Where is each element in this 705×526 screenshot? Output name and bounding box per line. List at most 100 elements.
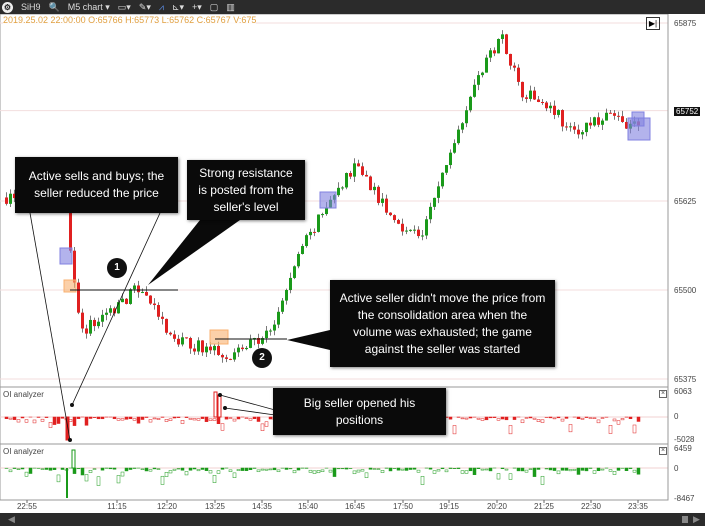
scroll-right-icon[interactable]: ▶	[693, 514, 700, 525]
oi-bar-1	[176, 416, 181, 418]
oi-bar-1	[244, 417, 249, 419]
candle-body	[129, 289, 132, 304]
panel-max: 6063	[674, 387, 692, 396]
candle-body	[265, 330, 268, 339]
candle-body	[369, 176, 372, 191]
oi-bar-1	[16, 419, 21, 423]
oi-bar-1	[32, 419, 37, 424]
oi-bar-2	[352, 470, 357, 475]
crosshair-icon[interactable]: +▾	[192, 2, 202, 13]
chart-canvas[interactable]	[0, 0, 705, 513]
time-tick: 19:15	[438, 502, 460, 511]
candle-body	[357, 163, 360, 167]
indicator-icon[interactable]: ⊾▾	[172, 2, 184, 13]
oi-bar-1	[464, 417, 469, 420]
oi-bar-1	[620, 418, 625, 421]
oi-bar-2	[332, 467, 337, 477]
window-icon[interactable]: ▢	[210, 2, 219, 13]
oi-bar-1	[252, 416, 257, 420]
layout-icon[interactable]: ▥	[226, 2, 235, 13]
oi-bar-1	[576, 416, 581, 420]
oi-bar-2	[500, 467, 505, 470]
scroll-left-icon[interactable]: ◀	[8, 514, 15, 525]
oi-bar-2	[632, 469, 637, 473]
symbol-selector[interactable]: SiH9	[21, 2, 41, 12]
oi-bar-1	[596, 419, 601, 424]
close-icon[interactable]: ×	[659, 447, 667, 455]
candle-body	[481, 72, 484, 76]
oi-bar-1	[180, 420, 185, 424]
scroll-to-end-button[interactable]: ▶|	[646, 17, 660, 30]
oi-bar-2	[12, 467, 17, 469]
oi-bar-1	[224, 416, 229, 420]
oi-bar-1	[480, 418, 485, 421]
chart-icon[interactable]: ⩘	[159, 2, 164, 13]
candle-body	[393, 215, 396, 221]
oi-bar-1	[492, 416, 497, 418]
oi-bar-2	[44, 467, 49, 470]
candle-body	[601, 120, 604, 125]
candle-body	[137, 285, 140, 293]
candle-body	[593, 117, 596, 126]
candle-body	[609, 112, 612, 114]
ohlc-readout: 2019.25.02 22:00:00 O:65766 H:65773 L:65…	[3, 15, 257, 25]
candle-body	[513, 65, 516, 68]
volume-cluster-box	[631, 111, 645, 127]
oi-bar-2	[132, 467, 137, 469]
logo-icon[interactable]: ⚙	[2, 1, 13, 13]
close-icon[interactable]: ×	[659, 390, 667, 398]
candle-body	[525, 97, 528, 99]
oi-bar-2	[8, 469, 13, 473]
oi-bar-2	[220, 467, 225, 470]
search-icon[interactable]: 🔍	[49, 2, 60, 13]
oi-bar-2	[404, 467, 409, 471]
oi-bar-1	[76, 416, 81, 419]
candle-body	[205, 346, 208, 353]
marker-1: 1	[107, 258, 127, 278]
oi-bar-2	[524, 469, 529, 473]
oi-bar-2	[468, 467, 473, 472]
candle-body	[189, 338, 192, 349]
candle-body	[93, 319, 96, 327]
oi-bar-2	[156, 468, 161, 470]
volume-cluster-box	[319, 191, 337, 209]
oi-bar-1	[168, 418, 173, 421]
oi-bar-2	[312, 470, 317, 474]
oi-bar-1	[520, 419, 525, 424]
oi-bar-2	[180, 467, 185, 471]
candle-body	[613, 113, 616, 116]
arrow-head	[68, 438, 72, 442]
chart-type-dropdown[interactable]: M5 chart ▾	[68, 2, 110, 13]
candle-body	[545, 102, 548, 109]
oi-bar-1	[632, 424, 637, 434]
oi-bar-2	[196, 469, 201, 472]
monitor-icon[interactable]: ▭▾	[118, 2, 131, 13]
oi-bar-1	[524, 417, 529, 419]
scroll-thumb[interactable]	[682, 516, 688, 523]
oi-bar-2	[208, 470, 213, 474]
callout-resistance: Strong resistance is posted from the sel…	[187, 160, 305, 220]
oi-bar-2	[272, 467, 277, 471]
horizontal-scrollbar[interactable]: ◀ ▶	[0, 513, 705, 526]
oi-bar-1	[152, 417, 157, 420]
oi-bar-1	[588, 417, 593, 419]
oi-bar-1	[172, 416, 177, 419]
chart-type-label: M5 chart	[67, 1, 103, 12]
oi-bar-2	[484, 468, 489, 471]
oi-bar-1	[468, 416, 473, 419]
oi-bar-2	[216, 470, 221, 474]
candle-body	[405, 230, 408, 232]
pen-icon[interactable]: ✎▾	[139, 2, 151, 13]
oi-bar-2	[228, 469, 233, 472]
oi-bar-2	[40, 468, 45, 470]
candle-body	[489, 50, 492, 58]
volume-cluster-box	[59, 247, 73, 265]
oi-bar-1	[60, 416, 65, 419]
candle-body	[349, 173, 352, 177]
candle-body	[121, 298, 124, 303]
oi-bar-1	[476, 417, 481, 420]
oi-bar-2	[24, 471, 29, 477]
oi-spike	[71, 449, 76, 469]
candle-body	[149, 295, 152, 304]
oi-bar-2	[560, 467, 565, 471]
